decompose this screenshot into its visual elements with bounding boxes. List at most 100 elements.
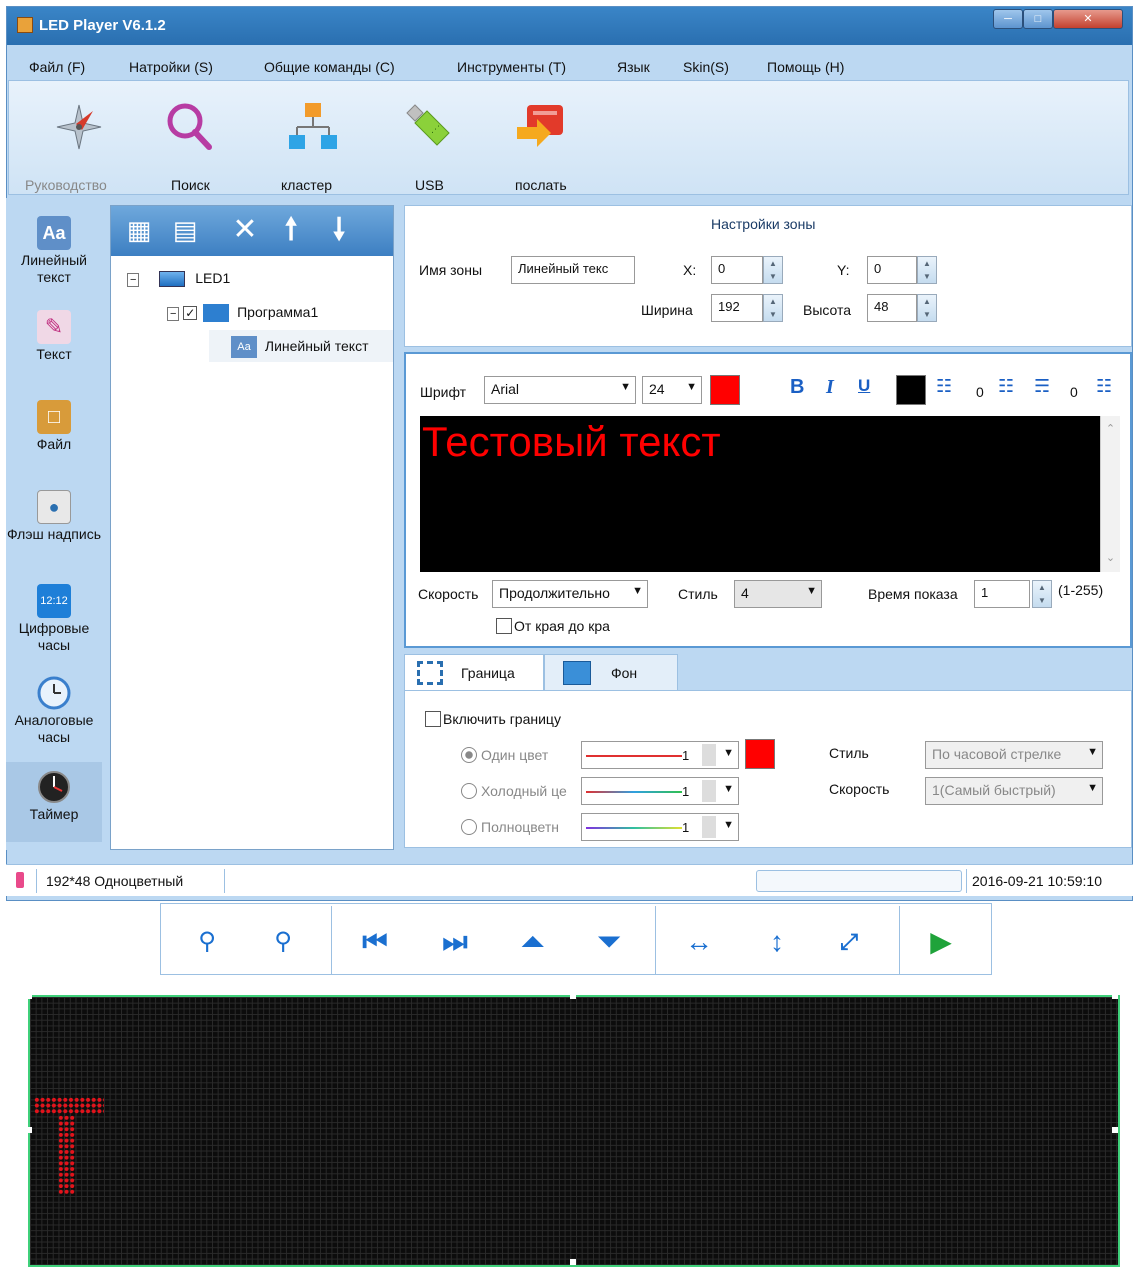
add-zone-button[interactable]: ▤	[169, 214, 201, 246]
align-bottom-icon[interactable]: ☷	[1096, 376, 1112, 397]
fullscreen-icon[interactable]: ⤢	[827, 922, 871, 962]
toolbar-guide-button[interactable]: Руководство	[9, 81, 129, 194]
underline-button[interactable]: U	[858, 376, 870, 396]
sidebar-item-text[interactable]: ✎ Текст	[6, 310, 102, 363]
status-bar: 192*48 Одноцветный 2016-09-21 10:59:10	[6, 864, 1133, 896]
menu-language[interactable]: Язык	[617, 59, 650, 75]
menu-file[interactable]: Файл (F)	[29, 59, 85, 75]
zone-width-input[interactable]: 192	[711, 294, 763, 322]
enable-border-checkbox[interactable]	[425, 711, 441, 727]
editor-scrollbar[interactable]: ⌃ ⌄	[1100, 416, 1120, 572]
maximize-button[interactable]: □	[1023, 9, 1053, 29]
sidebar-item-flash[interactable]: ● Флэш надпись	[6, 490, 102, 543]
sidebar-item-file[interactable]: □ Файл	[6, 400, 102, 453]
style-select[interactable]: 4 ▼	[734, 580, 822, 608]
zone-x-spinner[interactable]: ▲ ▼	[763, 256, 783, 284]
tab-border[interactable]: Граница	[404, 654, 544, 690]
led-letter-pixels	[58, 1115, 76, 1195]
background-color-picker[interactable]	[896, 375, 926, 405]
toolbar-divider	[331, 906, 332, 974]
single-color-radio[interactable]	[461, 747, 477, 763]
delete-button[interactable]: ✕	[229, 214, 261, 246]
resize-handle[interactable]	[26, 1127, 32, 1133]
first-icon[interactable]: ⏮	[353, 922, 397, 962]
tree-node-zone[interactable]: Aa Линейный текст	[209, 330, 393, 362]
led-preview-canvas[interactable]	[26, 993, 1120, 1267]
align-center-icon[interactable]: ☷	[936, 376, 952, 397]
display-time-input[interactable]: 1	[974, 580, 1030, 608]
border-style-select[interactable]: По часовой стрелке ▼	[925, 741, 1103, 769]
top-icon[interactable]: ⏶	[511, 922, 555, 962]
sidebar-item-analog-clock[interactable]: Аналоговые часы	[6, 676, 102, 746]
menu-help[interactable]: Помощь (H)	[767, 59, 844, 75]
sidebar-item-timer[interactable]: Таймер	[6, 762, 102, 842]
send-icon	[517, 105, 563, 147]
editor-text-content[interactable]: Тестовый текст	[422, 418, 721, 466]
fit-width-icon[interactable]: ↔	[677, 922, 721, 962]
resize-handle[interactable]	[1112, 1127, 1118, 1133]
zone-height-input[interactable]: 48	[867, 294, 917, 322]
move-down-button[interactable]: 🠗	[323, 214, 355, 246]
font-size-select[interactable]: 24 ▼	[642, 376, 702, 404]
zoom-in-icon[interactable]: ⚲	[185, 922, 229, 962]
linear-text-icon: Aa	[231, 336, 257, 358]
chevron-down-icon: ▼	[723, 819, 734, 831]
collapse-icon[interactable]: −	[167, 307, 180, 321]
toolbar-usb-button[interactable]: ⋰ USB	[391, 81, 471, 194]
tab-background[interactable]: Фон	[544, 654, 678, 690]
text-color-picker[interactable]	[710, 375, 740, 405]
tree-node-screen[interactable]: − LED1	[127, 270, 230, 288]
fit-height-icon[interactable]: ↕	[755, 922, 799, 962]
border-speed-select[interactable]: 1(Самый быстрый) ▼	[925, 777, 1103, 805]
single-color-line-select[interactable]: 1 ▼	[581, 741, 739, 769]
zone-x-input[interactable]: 0	[711, 256, 763, 284]
toolbar-send-button[interactable]: послать	[499, 81, 589, 194]
cold-color-radio[interactable]	[461, 783, 477, 799]
line-preview	[586, 791, 682, 793]
collapse-icon[interactable]: −	[127, 273, 140, 287]
cold-color-line-select[interactable]: 1 ▼	[581, 777, 739, 805]
bottom-icon[interactable]: ⏷	[587, 922, 631, 962]
border-color-picker[interactable]	[745, 739, 775, 769]
font-select[interactable]: Arial ▼	[484, 376, 636, 404]
menu-skin[interactable]: Skin(S)	[683, 59, 729, 75]
sidebar-item-linear-text[interactable]: Aa Линейный текст	[6, 216, 102, 286]
resize-handle[interactable]	[570, 1259, 576, 1265]
move-up-button[interactable]: 🠕	[275, 214, 307, 246]
tree-node-program[interactable]: − ✓ Программа1	[167, 304, 318, 323]
last-icon[interactable]: ⏭	[433, 922, 477, 962]
zone-name-input[interactable]: Линейный текс	[511, 256, 635, 284]
menu-settings[interactable]: Натройки (S)	[129, 59, 213, 75]
add-program-button[interactable]: ▦	[123, 214, 155, 246]
resize-handle[interactable]	[570, 993, 576, 999]
sidebar-item-digital-clock[interactable]: 12:12 Цифровые часы	[6, 584, 102, 654]
zone-y-spinner[interactable]: ▲ ▼	[917, 256, 937, 284]
zone-y-input[interactable]: 0	[867, 256, 917, 284]
play-icon[interactable]: ▶	[919, 922, 963, 962]
zone-height-spinner[interactable]: ▲ ▼	[917, 294, 937, 322]
bold-button[interactable]: B	[790, 376, 804, 399]
resize-handle[interactable]	[26, 993, 32, 999]
align-top-icon[interactable]: ☴	[1034, 376, 1050, 397]
close-button[interactable]: ✕	[1053, 9, 1123, 29]
zoom-out-icon[interactable]: ⚲	[261, 922, 305, 962]
speed-select[interactable]: Продолжительно ▼	[492, 580, 648, 608]
toolbar-cluster-button[interactable]: кластер	[271, 81, 361, 194]
status-divider	[224, 869, 225, 893]
zone-width-spinner[interactable]: ▲ ▼	[763, 294, 783, 322]
edge-to-edge-checkbox[interactable]	[496, 618, 512, 634]
resize-handle[interactable]	[1112, 993, 1118, 999]
full-color-line-select[interactable]: 1 ▼	[581, 813, 739, 841]
program-checkbox[interactable]: ✓	[183, 306, 198, 321]
display-time-spinner[interactable]: ▲ ▼	[1032, 580, 1052, 608]
minimize-button[interactable]: ─	[993, 9, 1023, 29]
digital-clock-icon: 12:12	[37, 584, 71, 618]
menu-commands[interactable]: Общие команды (C)	[264, 59, 395, 75]
chevron-down-icon: ▼	[620, 381, 631, 393]
align-middle-icon[interactable]: ☷	[998, 376, 1014, 397]
full-color-radio[interactable]	[461, 819, 477, 835]
toolbar-search-button[interactable]: Поиск	[149, 81, 239, 194]
text-editor-area[interactable]: Тестовый текст	[420, 416, 1100, 572]
menu-tools[interactable]: Инструменты (T)	[457, 59, 566, 75]
italic-button[interactable]: I	[826, 376, 834, 399]
